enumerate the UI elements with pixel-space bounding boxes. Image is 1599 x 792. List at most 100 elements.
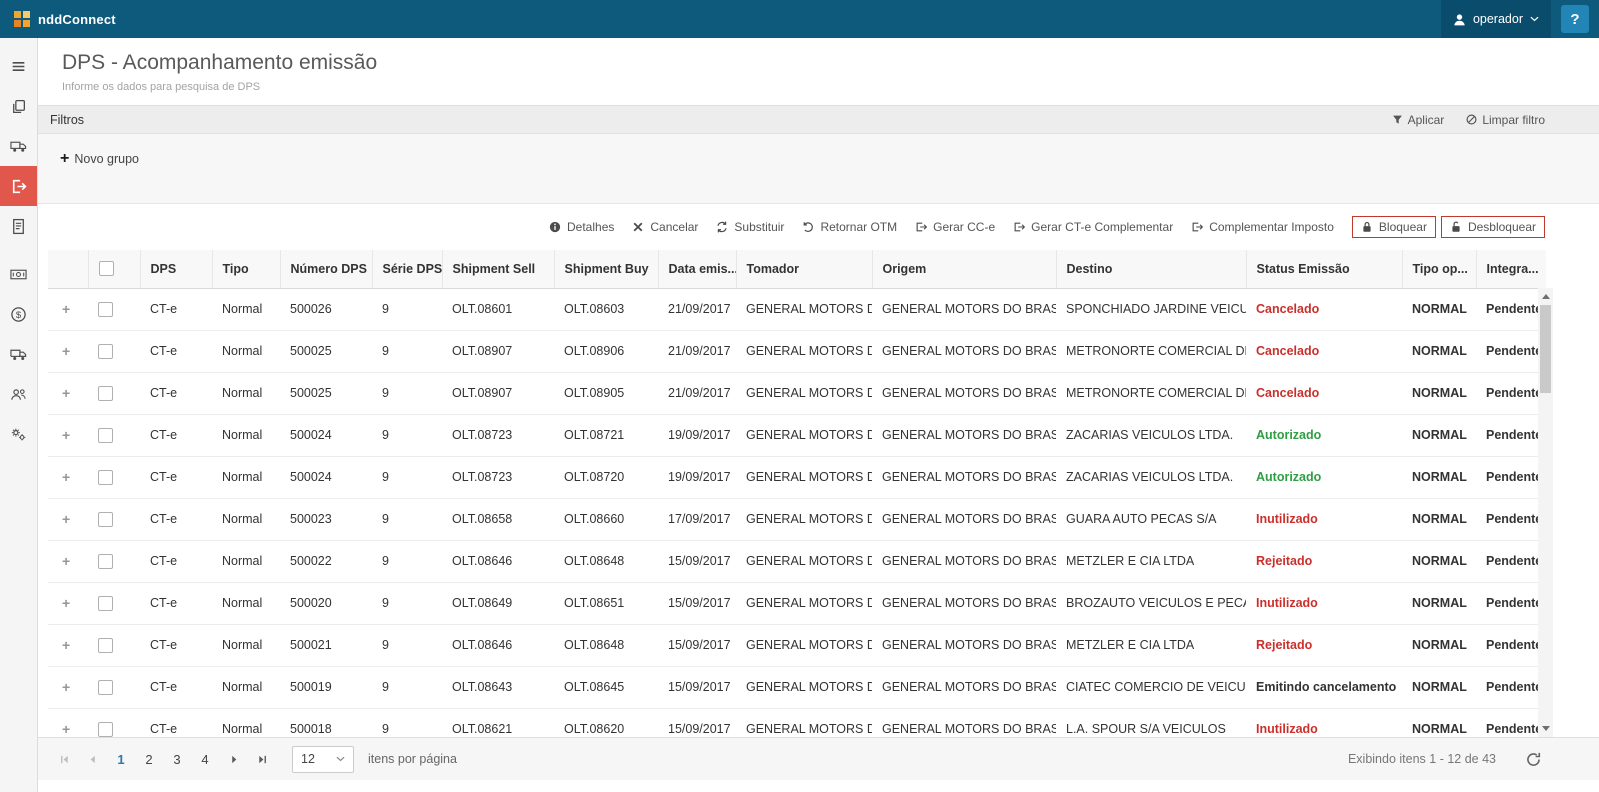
banknote-icon [10,266,27,283]
cell-dps: CT-e [140,708,212,737]
table-row[interactable]: +CT-eNormal5000229OLT.08646OLT.0864815/0… [48,540,1546,582]
row-checkbox[interactable] [98,554,113,569]
row-checkbox[interactable] [98,596,113,611]
table-row[interactable]: +CT-eNormal5000259OLT.08907OLT.0890521/0… [48,372,1546,414]
sidebar-item-settings[interactable] [0,414,37,454]
cell-serie-dps: 9 [372,540,442,582]
apply-filter-button[interactable]: Aplicar [1392,113,1445,127]
row-checkbox[interactable] [98,680,113,695]
expand-row-button[interactable]: + [62,595,70,611]
select-all-checkbox[interactable] [99,261,114,276]
page-size-select[interactable]: 12 [292,746,354,773]
refresh-button[interactable] [1526,752,1541,767]
user-menu[interactable]: operador [1441,0,1551,38]
cell-numero-dps: 500026 [280,288,372,330]
row-checkbox[interactable] [98,386,113,401]
table-row[interactable]: +CT-eNormal5000199OLT.08643OLT.0864515/0… [48,666,1546,708]
cell-status-emissao: Rejeitado [1246,624,1402,666]
column-header-shipment-sell[interactable]: Shipment Sell [442,250,554,288]
new-group-button[interactable]: + Novo grupo [60,151,139,167]
sidebar-item-copy[interactable] [0,86,37,126]
table-row[interactable]: +CT-eNormal5000269OLT.08601OLT.0860321/0… [48,288,1546,330]
page-button-2[interactable]: 2 [136,746,162,772]
column-header-tomador[interactable]: Tomador [736,250,872,288]
next-page-button[interactable] [222,747,246,771]
column-header-data-emis[interactable]: Data emis... [658,250,736,288]
cell-origem: GENERAL MOTORS DO BRASIL L... [872,372,1056,414]
cell-status-emissao: Autorizado [1246,456,1402,498]
column-header-shipment-buy[interactable]: Shipment Buy [554,250,658,288]
prev-page-button[interactable] [80,747,104,771]
expand-row-button[interactable]: + [62,427,70,443]
column-header-tipo-op[interactable]: Tipo op... [1402,250,1476,288]
row-checkbox[interactable] [98,302,113,317]
table-row[interactable]: +CT-eNormal5000249OLT.08723OLT.0872019/0… [48,456,1546,498]
row-checkbox[interactable] [98,638,113,653]
sidebar: $ [0,38,38,792]
column-header-origem[interactable]: Origem [872,250,1056,288]
sidebar-item-emission[interactable] [0,166,37,206]
sidebar-item-menu[interactable] [0,46,37,86]
column-header-n-mero-dps[interactable]: Número DPS [280,250,372,288]
sidebar-item-banknote[interactable] [0,254,37,294]
table-row[interactable]: +CT-eNormal5000209OLT.08649OLT.0865115/0… [48,582,1546,624]
sidebar-item-currency[interactable]: $ [0,294,37,334]
sidebar-item-documents[interactable] [0,206,37,246]
scroll-down-arrow-icon[interactable] [1538,721,1553,736]
action-desbloquear-button[interactable]: Desbloquear [1441,216,1545,238]
table-row[interactable]: +CT-eNormal5000249OLT.08723OLT.0872119/0… [48,414,1546,456]
action-detalhes-button[interactable]: Detalhes [549,220,614,234]
sidebar-item-truck[interactable] [0,126,37,166]
action-complementar-imposto-button[interactable]: Complementar Imposto [1191,220,1334,234]
row-checkbox[interactable] [98,722,113,737]
cell-numero-dps: 500025 [280,372,372,414]
expand-row-button[interactable]: + [62,301,70,317]
help-button[interactable]: ? [1561,5,1589,33]
last-page-button[interactable] [250,747,274,771]
column-header-status-emiss-o[interactable]: Status Emissão [1246,250,1402,288]
first-page-button[interactable] [52,747,76,771]
scroll-up-arrow-icon[interactable] [1538,289,1553,304]
page-button-4[interactable]: 4 [192,746,218,772]
column-header-destino[interactable]: Destino [1056,250,1246,288]
scrollbar-thumb[interactable] [1540,305,1551,393]
cell-tipo: Normal [212,372,280,414]
page-button-3[interactable]: 3 [164,746,190,772]
column-header-s-rie-dps[interactable]: Série DPS [372,250,442,288]
table-row[interactable]: +CT-eNormal5000259OLT.08907OLT.0890621/0… [48,330,1546,372]
table-row[interactable]: +CT-eNormal5000189OLT.08621OLT.0862015/0… [48,708,1546,737]
column-header-dps[interactable]: DPS [140,250,212,288]
vertical-scrollbar[interactable] [1538,288,1553,737]
page-button-1[interactable]: 1 [108,746,134,772]
filters-panel-header[interactable]: Filtros Aplicar Limpar filtro [38,105,1599,134]
column-header-integra[interactable]: Integra... [1476,250,1546,288]
table-row[interactable]: +CT-eNormal5000239OLT.08658OLT.0866017/0… [48,498,1546,540]
action-label: Desbloquear [1468,220,1536,234]
table-row[interactable]: +CT-eNormal5000219OLT.08646OLT.0864815/0… [48,624,1546,666]
expand-row-button[interactable]: + [62,553,70,569]
expand-row-button[interactable]: + [62,385,70,401]
expand-row-button[interactable]: + [62,511,70,527]
expand-row-button[interactable]: + [62,469,70,485]
expand-row-button[interactable]: + [62,637,70,653]
action-substituir-button[interactable]: Substituir [716,220,784,234]
sidebar-item-users[interactable] [0,374,37,414]
row-checkbox[interactable] [98,470,113,485]
action-gerar-ct-e-complementar-button[interactable]: Gerar CT-e Complementar [1013,220,1173,234]
expand-row-button[interactable]: + [62,679,70,695]
action-cancelar-button[interactable]: Cancelar [632,220,698,234]
column-header-tipo[interactable]: Tipo [212,250,280,288]
expand-cell: + [48,330,88,372]
action-retornar-otm-button[interactable]: Retornar OTM [802,220,897,234]
row-checkbox[interactable] [98,512,113,527]
cell-dps: CT-e [140,288,212,330]
cell-integracao: Pendente [1476,582,1546,624]
action-bloquear-button[interactable]: Bloquear [1352,216,1436,238]
row-checkbox[interactable] [98,344,113,359]
row-checkbox[interactable] [98,428,113,443]
action-gerar-cc-e-button[interactable]: Gerar CC-e [915,220,995,234]
expand-row-button[interactable]: + [62,343,70,359]
clear-filter-button[interactable]: Limpar filtro [1466,113,1545,127]
expand-row-button[interactable]: + [62,721,70,737]
sidebar-item-delivery[interactable] [0,334,37,374]
